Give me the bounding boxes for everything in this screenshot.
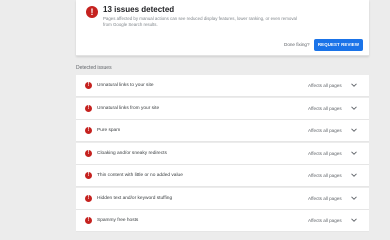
issue-row[interactable]: ! Pure spam Affects all pages [76, 120, 369, 142]
error-icon: ! [85, 172, 92, 179]
issue-scope: Affects all pages [308, 218, 342, 223]
issue-scope: Affects all pages [308, 105, 342, 111]
issues-list: ! Unnatural links to your site Affects a… [76, 75, 369, 233]
chevron-down-icon[interactable] [350, 216, 358, 224]
chevron-down-icon[interactable] [350, 194, 358, 202]
issue-title: Spammy free hosts [97, 218, 139, 223]
chevron-down-icon[interactable] [350, 81, 358, 89]
issue-scope: Affects all pages [308, 128, 342, 133]
error-icon: ! [85, 217, 92, 224]
issue-row[interactable]: ! Thin content with little or no added v… [76, 165, 369, 187]
issues-description: Pages affected by manual actions can see… [103, 16, 297, 27]
issue-scope: Affects all pages [308, 150, 342, 156]
issue-title: Cloaking and/or sneaky redirects [97, 150, 167, 156]
detected-issues-heading: Detected issues [76, 65, 112, 71]
issue-title: Unnatural links to your site [97, 83, 154, 88]
issue-row[interactable]: ! Unnatural links from your site Affects… [76, 97, 369, 120]
issue-title: Pure spam [97, 128, 121, 133]
issue-title: Hidden text and/or keyword stuffing [97, 195, 173, 201]
issue-row[interactable]: ! Hidden text and/or keyword stuffing Af… [76, 187, 369, 210]
chevron-down-icon[interactable] [350, 126, 358, 134]
error-icon: ! [85, 104, 92, 112]
done-fixing-label: Done fixing? [284, 42, 310, 47]
issue-row[interactable]: ! Spammy free hosts Affects all pages [76, 210, 369, 232]
issue-row[interactable]: ! Cloaking and/or sneaky redirects Affec… [76, 142, 369, 165]
issue-title: Thin content with little or no added val… [97, 173, 183, 178]
issue-scope: Affects all pages [308, 195, 342, 201]
request-review-button[interactable]: REQUEST REVIEW [314, 39, 363, 51]
issues-count-title: 13 issues detected [103, 5, 175, 14]
error-icon: ! [85, 127, 92, 134]
error-icon: ! [85, 149, 92, 157]
chevron-down-icon[interactable] [350, 104, 358, 112]
chevron-down-icon[interactable] [350, 149, 358, 157]
issue-row[interactable]: ! Unnatural links to your site Affects a… [76, 75, 369, 97]
issue-scope: Affects all pages [308, 83, 342, 88]
chevron-down-icon[interactable] [350, 171, 358, 179]
issues-summary-card: ! 13 issues detected Pages affected by m… [76, 0, 369, 56]
issue-scope: Affects all pages [308, 173, 342, 178]
error-icon: ! [86, 6, 98, 18]
issue-title: Unnatural links from your site [97, 105, 160, 111]
error-icon: ! [85, 194, 92, 202]
error-icon: ! [85, 82, 92, 89]
